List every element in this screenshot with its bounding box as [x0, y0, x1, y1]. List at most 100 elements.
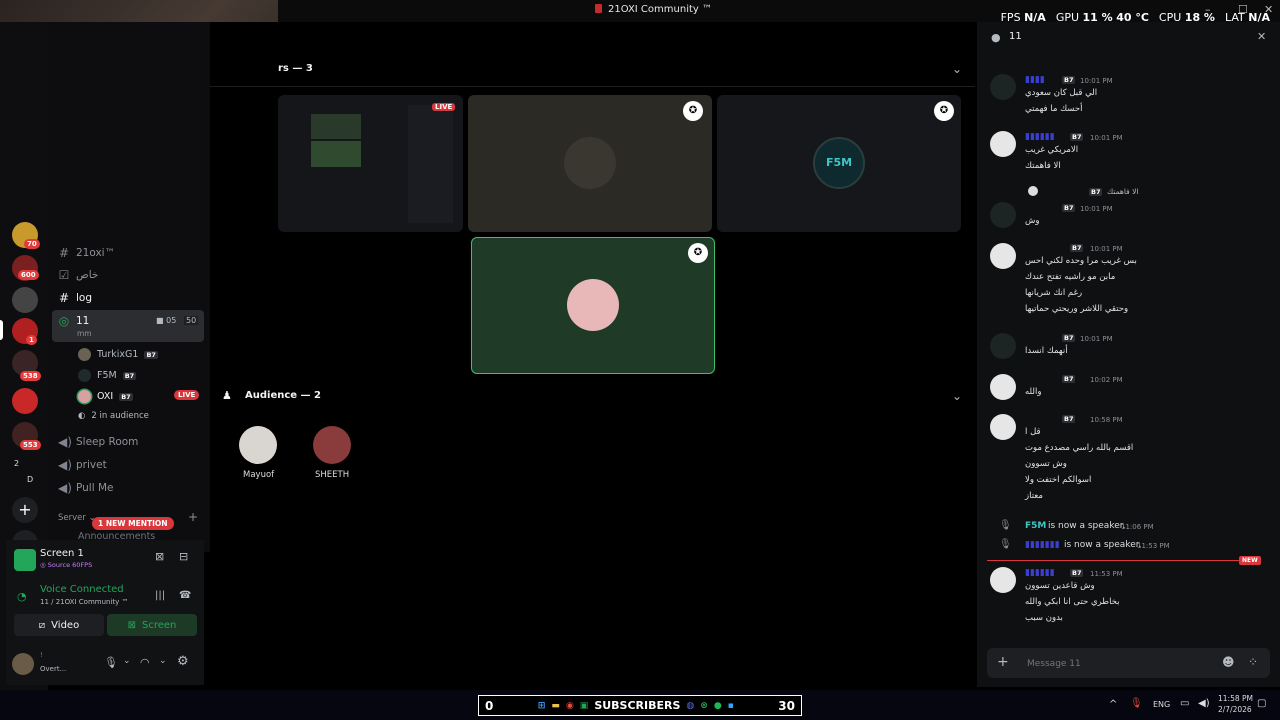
left-counter: 0	[485, 698, 494, 713]
message-text: وحتقي اللاشر وريحتي حماتيها	[1025, 304, 1129, 314]
photoshop-icon[interactable]: ▪	[728, 701, 734, 711]
apps-icon[interactable]: ⁘	[1248, 655, 1258, 669]
chrome-icon[interactable]: ◉	[566, 701, 574, 711]
discord-icon[interactable]: ◍	[686, 701, 694, 711]
close-chat-icon[interactable]: ✕	[1257, 30, 1266, 43]
signal-icon[interactable]: ◔	[17, 590, 27, 603]
excel-icon[interactable]: ▣	[580, 701, 589, 711]
xbox-icon[interactable]: ⊗	[700, 701, 708, 711]
noise-suppression-icon[interactable]: |||	[155, 590, 165, 601]
settings-gear-icon[interactable]: ⚙	[177, 654, 189, 669]
collapse-speakers-icon[interactable]: ⌄	[952, 62, 962, 76]
audience-count[interactable]: ◐ 2 in audience	[78, 411, 149, 421]
clock-time[interactable]: 11:58 PM	[1218, 694, 1253, 703]
display-icon[interactable]: ▭	[1180, 698, 1189, 709]
speaker-tile[interactable]: ✪	[468, 95, 712, 232]
message-text: بس غريب مرا وحده لكني احس	[1025, 256, 1137, 266]
add-attachment-icon[interactable]: +	[997, 654, 1009, 670]
message-avatar[interactable]	[990, 202, 1016, 228]
message-avatar[interactable]	[990, 414, 1016, 440]
voice-channel-sleep-room[interactable]: ◀) Sleep Room	[58, 435, 138, 449]
voice-channel-11[interactable]: ◎ 11	[58, 314, 90, 328]
message-text: الا فاهمتك	[1025, 161, 1061, 171]
thread-icon: ●	[991, 31, 1001, 44]
windows-icon[interactable]: ⊞	[538, 701, 546, 711]
subscriber-widget: 0 ⊞ ▬ ◉ ▣ SUBSCRIBERS ◍ ⊗ ● ▪ 30	[478, 695, 802, 716]
voice-channel-pull-me[interactable]: ◀) Pull Me	[58, 481, 114, 495]
stream-tile[interactable]: LIVE	[278, 95, 463, 232]
message-text: أنهمك انسدا	[1025, 346, 1068, 356]
voice-status[interactable]: Voice Connected	[40, 584, 124, 595]
message-avatar[interactable]	[990, 567, 1016, 593]
emoji-icon[interactable]: ☻	[1222, 655, 1235, 669]
voice-user[interactable]: OXI B7	[78, 390, 133, 403]
message-time: 11:53 PM	[1090, 570, 1123, 578]
message-avatar[interactable]	[990, 243, 1016, 269]
speaker-tile-active[interactable]: ✪	[471, 237, 715, 374]
stream-thumbnail	[311, 114, 361, 139]
server-icon[interactable]	[12, 287, 38, 313]
audience-icon: ♟	[222, 389, 232, 402]
audience-name[interactable]: Mayuof	[243, 470, 274, 480]
notification-icon[interactable]: ▢	[1257, 698, 1266, 709]
disconnect-icon[interactable]: ☎	[179, 590, 191, 601]
user-avatar[interactable]	[12, 653, 34, 675]
message-avatar[interactable]	[990, 131, 1016, 157]
add-server-icon[interactable]: +	[12, 497, 38, 523]
message-text: بدون سبب	[1025, 613, 1063, 623]
stage-icon: ◎	[58, 314, 70, 328]
selected-indicator	[0, 320, 3, 340]
message-input[interactable]	[1027, 656, 1217, 672]
user-name[interactable]: Overt...	[40, 665, 66, 673]
voice-user[interactable]: F5M B7	[78, 369, 137, 382]
window-title: 21OXI Community ™	[595, 4, 712, 15]
notification-badge: 553	[20, 440, 41, 450]
clock-date[interactable]: 2/7/2026	[1218, 705, 1252, 714]
screen-button[interactable]: ⊠ Screen	[107, 614, 197, 636]
channel-list: #21oxi™ ☑ خاص # log ◎ 11 mm ■ 05 50 TurkixG…	[48, 22, 210, 552]
category-server[interactable]: Server ⌄	[58, 513, 96, 523]
live-badge: LIVE	[174, 390, 200, 400]
volume-icon[interactable]: ◀)	[1198, 698, 1210, 709]
folder-icon[interactable]: ▬	[551, 701, 560, 711]
reply-preview[interactable]: الا فاهمتك	[1107, 187, 1139, 196]
chevron-up-icon[interactable]: ^	[1109, 699, 1117, 710]
chevron-down-icon[interactable]: ⌄	[123, 656, 131, 666]
speaker-tile[interactable]: F5M ✪	[717, 95, 961, 232]
speaker-icon: ◀)	[58, 481, 72, 495]
role-tag: B7	[122, 371, 137, 380]
channel-21oxi[interactable]: #21oxi™	[58, 246, 115, 260]
headphones-icon[interactable]: ◠	[140, 656, 150, 669]
system-text: is now a speaker.	[1048, 521, 1126, 531]
add-channel-icon[interactable]: +	[188, 510, 198, 524]
message-text: بخاطري حتى انا ابكي والله	[1025, 597, 1120, 607]
voice-user[interactable]: TurkixG1 B7	[78, 348, 158, 361]
system-username[interactable]: F5M	[1025, 521, 1046, 531]
channel-announcements[interactable]: Announcements	[78, 531, 155, 539]
server-icon[interactable]	[12, 388, 38, 414]
stream-settings-icon[interactable]: ⊟	[179, 550, 188, 563]
audience-name[interactable]: SHEETH	[315, 470, 349, 480]
language-indicator[interactable]: ENG	[1153, 700, 1170, 709]
new-mention-pill[interactable]: 1 NEW MENTION	[92, 517, 174, 530]
chevron-down-icon[interactable]: ⌄	[159, 656, 167, 666]
video-button[interactable]: ⧄ Video	[14, 614, 104, 636]
channel-log[interactable]: # log	[58, 291, 92, 305]
spotify-icon[interactable]: ●	[714, 701, 722, 711]
message-avatar[interactable]	[990, 374, 1016, 400]
microphone-icon[interactable]: 🎙	[104, 656, 118, 669]
audience-avatar[interactable]	[239, 426, 277, 464]
voice-channel-privet[interactable]: ◀) privet	[58, 458, 107, 472]
user-status: !	[40, 651, 43, 659]
audience-avatar[interactable]	[313, 426, 351, 464]
channel-private[interactable]: ☑ خاص	[58, 268, 99, 282]
message-avatar[interactable]	[990, 333, 1016, 359]
collapse-audience-icon[interactable]: ⌄	[952, 389, 962, 403]
live-badge: LIVE	[432, 103, 456, 111]
microphone-icon[interactable]: 🎙	[1130, 698, 1143, 709]
system-text: is now a speaker.	[1064, 540, 1142, 550]
voice-location[interactable]: 11 / 21OXI Community ™	[40, 598, 129, 606]
message-avatar[interactable]	[990, 74, 1016, 100]
notification-badge: 600	[18, 270, 39, 280]
stop-stream-icon[interactable]: ⊠	[155, 550, 164, 563]
